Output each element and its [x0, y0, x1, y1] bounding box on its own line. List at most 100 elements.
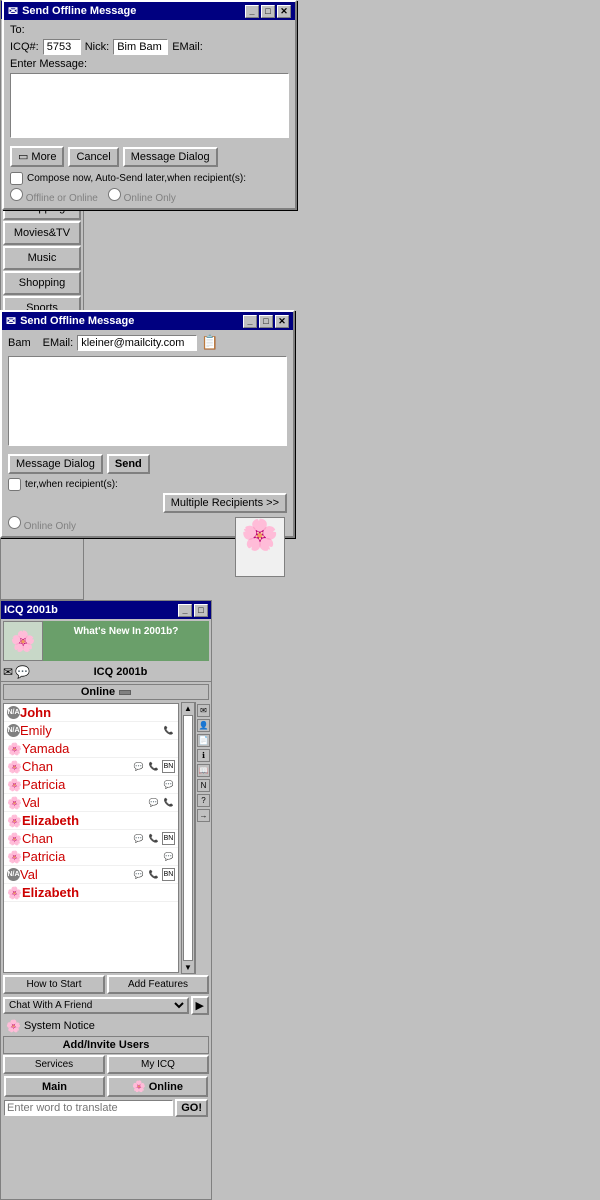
compose-checkbox-2[interactable] [8, 478, 21, 491]
compose-label-2: ter,when recipient(s): [25, 479, 118, 490]
system-notice-label: System Notice [24, 1020, 95, 1032]
close-button-2[interactable]: ✕ [275, 315, 289, 328]
icq-panel: ICQ 2001b _ □ 🌸 What's New In 2001b? ✉ 💬… [0, 600, 212, 1200]
translate-row: GO! [4, 1099, 208, 1117]
contact-badge-8: 🌸 [7, 850, 22, 864]
contact-item-6[interactable]: 🌸Elizabeth [4, 812, 178, 830]
contact-icon-3-0: 💬 [132, 760, 145, 773]
icq-max-btn[interactable]: □ [194, 604, 208, 617]
chat-with-friend-dropdown[interactable]: Chat With A Friend [3, 997, 189, 1014]
contact-item-5[interactable]: 🌸Val💬📞 [4, 794, 178, 812]
flower-logo: 🌸 [3, 621, 43, 661]
contact-icons-7: 💬📞BN [132, 832, 175, 845]
message-textarea-1[interactable] [10, 73, 289, 138]
contact-name-6: Elizabeth [22, 813, 175, 828]
contact-icons-5: 💬📞 [147, 796, 175, 809]
maximize-button-2[interactable]: □ [259, 315, 273, 328]
sidebar-icon-5[interactable]: 📖 [197, 764, 210, 777]
icq-chat-icon: 💬 [15, 665, 30, 679]
contact-badge-9: N/A [7, 868, 20, 881]
radio-online-only-2[interactable]: Online Only [8, 516, 76, 532]
contact-list-wrapper: N/AJohnN/AEmily📞🌸Yamada🌸Chan💬📞BN🌸Patrici… [1, 702, 211, 974]
close-button-1[interactable]: ✕ [277, 5, 291, 18]
contact-item-2[interactable]: 🌸Yamada [4, 740, 178, 758]
send-button[interactable]: Send [107, 454, 150, 474]
more-button-1[interactable]: ▭ More [10, 146, 64, 167]
go-button[interactable]: GO! [175, 1099, 208, 1117]
scroll-down-btn[interactable]: ▼ [184, 963, 192, 972]
sidebar-icon-8[interactable]: → [197, 809, 210, 822]
send-offline-title-1: Send Offline Message [22, 5, 136, 17]
contact-icon-3-2: BN [162, 760, 175, 773]
topic-button-8[interactable]: Movies&TV [3, 221, 81, 245]
radio-online-only-1[interactable]: Online Only [108, 188, 176, 204]
email-icon-2[interactable]: 📋 [201, 334, 218, 351]
online-tab[interactable]: 🌸 Online [107, 1076, 208, 1097]
message-dialog-button-1[interactable]: Message Dialog [123, 147, 218, 167]
how-to-start-button[interactable]: How to Start [3, 975, 105, 994]
scroll-up-btn[interactable]: ▲ [184, 704, 192, 713]
my-icq-button[interactable]: My ICQ [107, 1055, 209, 1074]
contact-icons-9: 💬📞BN [132, 868, 175, 881]
sidebar-icon-3[interactable]: 📄 [197, 734, 210, 747]
email-input-2[interactable] [77, 335, 197, 351]
whats-new-banner[interactable]: What's New In 2001b? [43, 621, 209, 661]
contact-item-1[interactable]: N/AEmily📞 [4, 722, 178, 740]
compose-checkbox-1[interactable] [10, 172, 23, 185]
scrollbar[interactable]: ▲ ▼ [181, 702, 195, 974]
contact-item-4[interactable]: 🌸Patricia💬 [4, 776, 178, 794]
right-sidebar: ✉ 👤 📄 ℹ 📖 N ? → [195, 702, 211, 974]
sidebar-icon-4[interactable]: ℹ [197, 749, 210, 762]
message-textarea-2[interactable] [8, 356, 287, 446]
bam-label: Bam [8, 337, 31, 349]
topic-button-10[interactable]: Shopping [3, 271, 81, 295]
minimize-button-2[interactable]: _ [243, 315, 257, 328]
send-offline-titlebar-2: ✉ Send Offline Message _ □ ✕ [2, 312, 293, 330]
message-dialog-button-2[interactable]: Message Dialog [8, 454, 103, 474]
icq-label-1: ICQ#: [10, 41, 39, 53]
contact-icon-1-0: 📞 [162, 724, 175, 737]
icq-title-text: ICQ 2001b [4, 604, 58, 616]
system-notice-row[interactable]: 🌸 System Notice [3, 1017, 209, 1035]
contact-badge-6: 🌸 [7, 814, 22, 828]
contact-item-0[interactable]: N/AJohn [4, 704, 178, 722]
contact-item-9[interactable]: N/AVal💬📞BN [4, 866, 178, 884]
radio-offline-online-1[interactable]: Offline or Online [10, 188, 98, 204]
add-features-button[interactable]: Add Features [107, 975, 209, 994]
contact-icon-5-1: 📞 [162, 796, 175, 809]
contact-name-2: Yamada [22, 741, 175, 756]
contact-icon-5-0: 💬 [147, 796, 160, 809]
contact-item-8[interactable]: 🌸Patricia💬 [4, 848, 178, 866]
main-tab[interactable]: Main [4, 1076, 105, 1097]
multiple-recipients-button[interactable]: Multiple Recipients >> [163, 493, 287, 513]
contact-list: N/AJohnN/AEmily📞🌸Yamada🌸Chan💬📞BN🌸Patrici… [3, 703, 179, 973]
main-tabs: Main 🌸 Online [4, 1076, 208, 1097]
send-offline-window-2: ✉ Send Offline Message _ □ ✕ Bam EMail: … [0, 310, 295, 538]
sidebar-icon-1[interactable]: ✉ [197, 704, 210, 717]
contact-badge-1: N/A [7, 724, 20, 737]
contact-item-3[interactable]: 🌸Chan💬📞BN [4, 758, 178, 776]
nick-input-1[interactable] [113, 39, 168, 55]
send-offline-titlebar-1: ✉ Send Offline Message _ □ ✕ [4, 2, 295, 20]
translate-input[interactable] [4, 1100, 173, 1116]
icq-number-input-1[interactable] [43, 39, 81, 55]
contact-badge-2: 🌸 [7, 742, 22, 756]
icq-min-btn[interactable]: _ [178, 604, 192, 617]
to-label-1: To: [10, 24, 25, 36]
topic-button-9[interactable]: Music [3, 246, 81, 270]
cancel-button-1[interactable]: Cancel [68, 147, 118, 167]
minimize-button-1[interactable]: _ [245, 5, 259, 18]
maximize-button-1[interactable]: □ [261, 5, 275, 18]
sidebar-icon-6[interactable]: N [197, 779, 210, 792]
chat-arrow-button[interactable]: ▶ [191, 996, 209, 1015]
enter-message-label-1: Enter Message: [10, 58, 87, 70]
contact-badge-0: N/A [7, 706, 20, 719]
services-button[interactable]: Services [3, 1055, 105, 1074]
contact-name-7: Chan [22, 831, 132, 846]
contact-item-10[interactable]: 🌸Elizabeth [4, 884, 178, 902]
contact-badge-10: 🌸 [7, 886, 22, 900]
sidebar-icon-7[interactable]: ? [197, 794, 210, 807]
sidebar-icon-2[interactable]: 👤 [197, 719, 210, 732]
contact-name-10: Elizabeth [22, 885, 175, 900]
contact-item-7[interactable]: 🌸Chan💬📞BN [4, 830, 178, 848]
